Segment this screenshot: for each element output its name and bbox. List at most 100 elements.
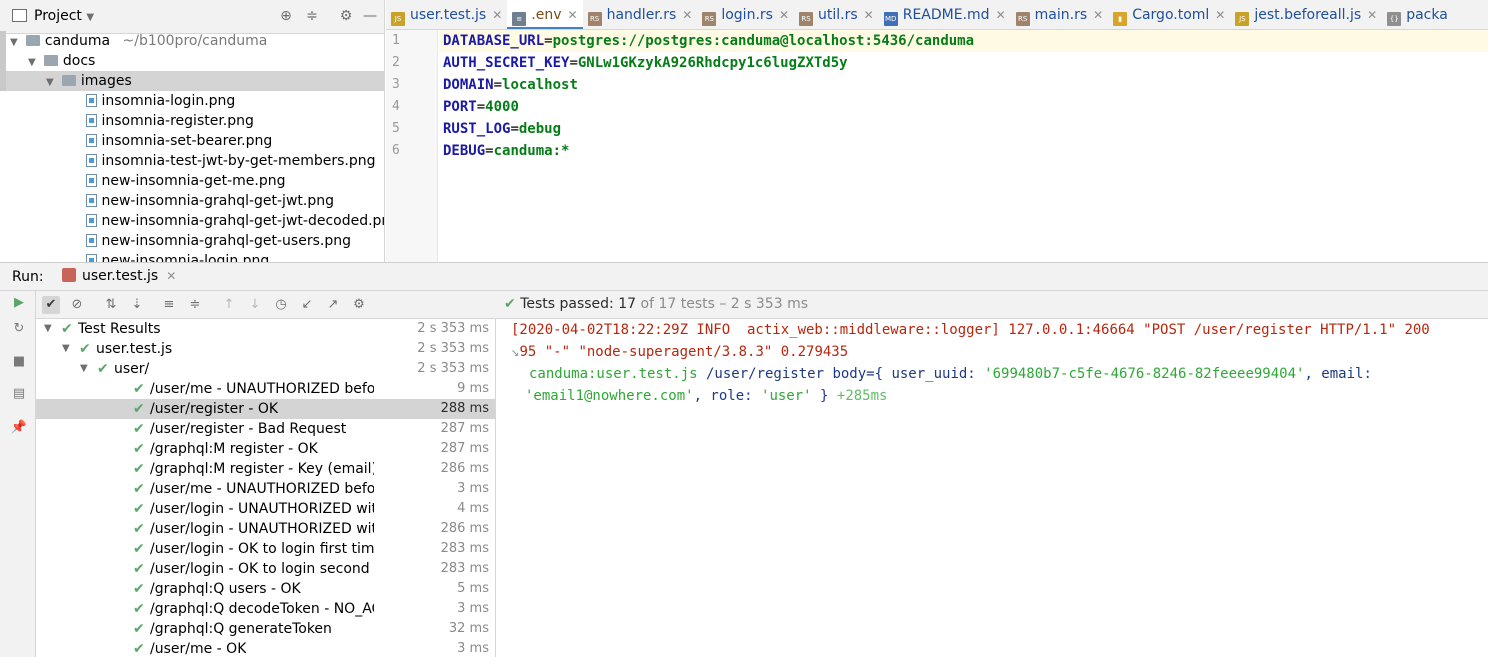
test-result-row[interactable]: ✔ /user/me - UNAUTHORIZED before register… [36, 379, 495, 399]
tree-file[interactable]: new-insomnia-login.png [6, 251, 384, 262]
image-file-icon [86, 174, 97, 187]
close-icon[interactable]: ✕ [1215, 8, 1225, 22]
line-number: 2 [392, 55, 400, 70]
test-name: /user/me - OK [150, 641, 247, 657]
test-result-row[interactable]: ✔ /user/register - OK 288 ms [36, 399, 495, 419]
close-icon[interactable]: ✕ [682, 8, 692, 22]
chevron-down-icon[interactable]: ▼ [86, 12, 94, 23]
package-file-icon: {} [1387, 12, 1402, 26]
debug-email-label: , email: [1304, 366, 1372, 382]
chevron-down-icon[interactable]: ▼ [28, 53, 40, 73]
test-result-row[interactable]: ▼ ✔ user/2 s 353 ms [36, 359, 495, 379]
tree-file[interactable]: insomnia-login.png [6, 91, 384, 111]
code-line[interactable]: DATABASE_URL=postgres://postgres:canduma… [439, 30, 1488, 52]
console-output[interactable]: [2020-04-02T18:22:29Z INFO actix_web::mi… [497, 319, 1488, 657]
close-icon[interactable]: ✕ [779, 8, 789, 22]
close-icon[interactable]: ✕ [1093, 8, 1103, 22]
test-result-row[interactable]: ✔ /graphql:M register - Key (email)=(emai… [36, 459, 495, 479]
sort-alpha-icon[interactable]: ⇅ [102, 296, 120, 314]
test-result-row[interactable]: ✔ /user/login - UNAUTHORIZED with invalid… [36, 519, 495, 539]
pin-icon[interactable]: 📌 [10, 419, 28, 437]
tree-folder-images[interactable]: ▼ images [6, 71, 384, 93]
close-icon[interactable]: ✕ [492, 8, 502, 22]
close-icon[interactable]: ✕ [1367, 8, 1377, 22]
test-result-row[interactable]: ✔ /user/login - UNAUTHORIZED with invalid… [36, 499, 495, 519]
test-result-row[interactable]: ✔ /user/register - Bad Request 287 ms [36, 419, 495, 439]
sort-duration-icon[interactable]: ⇣ [128, 296, 146, 314]
tree-file[interactable]: new-insomnia-grahql-get-jwt-decoded.png [6, 211, 384, 231]
test-duration: 9 ms [457, 381, 489, 396]
test-result-row[interactable]: ✔ /graphql:Q generateToken 32 ms [36, 619, 495, 639]
test-result-row[interactable]: ▼ ✔ Test Results 2 s 353 ms [36, 319, 495, 339]
tree-file[interactable]: new-insomnia-grahql-get-jwt.png [6, 191, 384, 211]
test-result-row[interactable]: ✔ /user/me - UNAUTHORIZED before login 3 m… [36, 479, 495, 499]
code-line[interactable]: DEBUG=canduma:* [439, 140, 1488, 162]
export-icon[interactable]: ↗ [324, 296, 342, 314]
code-line[interactable]: RUST_LOG=debug [439, 118, 1488, 140]
tree-file[interactable]: insomnia-test-jwt-by-get-members.png [6, 151, 384, 171]
test-result-row[interactable]: ✔ /user/login - OK to login second time 28… [36, 559, 495, 579]
line-number: 5 [392, 121, 400, 136]
tree-folder-docs[interactable]: ▼ docs [6, 51, 384, 73]
chevron-down-icon[interactable]: ▼ [80, 359, 88, 379]
editor-tab[interactable]: {} packa [1382, 0, 1453, 29]
show-passed-icon[interactable]: ✔ [42, 296, 60, 314]
test-result-row[interactable]: ✔ /graphql:Q decodeToken - NO_ACCESS 3 ms [36, 599, 495, 619]
test-result-row[interactable]: ✔ /graphql:M register - OK 287 ms [36, 439, 495, 459]
tree-file[interactable]: insomnia-register.png [6, 111, 384, 131]
test-result-row[interactable]: ▼ ✔ user.test.js 2 s 353 ms [36, 339, 495, 359]
gear-icon[interactable]: ⚙ [350, 296, 368, 314]
editor-tab[interactable]: RS handler.rs ✕ [583, 0, 698, 29]
line-number: 1 [392, 33, 400, 48]
env-key: DEBUG [443, 143, 486, 159]
editor-tab[interactable]: JS user.test.js ✕ [386, 0, 507, 29]
test-result-row[interactable]: ✔ /user/login - OK to login first time 283… [36, 539, 495, 559]
stop-icon[interactable]: ■ [10, 353, 28, 371]
editor-tab[interactable]: RS login.rs ✕ [697, 0, 794, 29]
chevron-down-icon[interactable]: ▼ [44, 319, 52, 339]
passed-check-icon: ✔ [133, 541, 145, 557]
tree-file[interactable]: insomnia-set-bearer.png [6, 131, 384, 151]
expand-all-icon[interactable]: ≡ [160, 296, 178, 314]
run-tab[interactable]: user.test.js ✕ [62, 268, 176, 284]
editor-tab[interactable]: MD README.md ✕ [879, 0, 1011, 29]
editor-tab[interactable]: RS util.rs ✕ [794, 0, 879, 29]
code-editor[interactable]: DATABASE_URL=postgres://postgres:canduma… [439, 30, 1488, 262]
locate-icon[interactable]: ⊕ [278, 8, 294, 24]
rerun-failed-icon[interactable]: ↻ [10, 320, 28, 338]
show-ignored-icon[interactable]: ⊘ [68, 296, 86, 314]
close-icon[interactable]: ✕ [996, 8, 1006, 22]
prev-failed-icon[interactable]: ↑ [220, 296, 238, 314]
code-line[interactable]: PORT=4000 [439, 96, 1488, 118]
history-icon[interactable]: ◷ [272, 296, 290, 314]
code-line[interactable]: DOMAIN=localhost [439, 74, 1488, 96]
editor-tab-active[interactable]: ≡ .env ✕ [507, 0, 583, 29]
rerun-icon[interactable]: ▶ [10, 294, 28, 312]
chevron-down-icon[interactable]: ▼ [46, 73, 58, 93]
close-icon[interactable]: ✕ [166, 269, 176, 283]
tree-file[interactable]: new-insomnia-grahql-get-users.png [6, 231, 384, 251]
project-title[interactable]: Project ▼ [34, 8, 94, 24]
collapse-all-icon[interactable]: ≑ [304, 8, 320, 24]
tree-root[interactable]: ▼ canduma ~/b100pro/canduma [6, 31, 384, 53]
editor-tab[interactable]: JS jest.beforeall.js ✕ [1230, 0, 1382, 29]
chevron-down-icon[interactable]: ▼ [62, 339, 70, 359]
hide-icon[interactable]: — [362, 8, 378, 24]
chevron-down-icon[interactable]: ▼ [10, 33, 22, 53]
next-failed-icon[interactable]: ↓ [246, 296, 264, 314]
editor-tab[interactable]: ▮ Cargo.toml ✕ [1108, 0, 1230, 29]
test-result-row[interactable]: ✔ /graphql:Q users - OK 5 ms [36, 579, 495, 599]
tree-file[interactable]: new-insomnia-get-me.png [6, 171, 384, 191]
code-line[interactable]: AUTH_SECRET_KEY=GNLw1GKzykA926Rhdcpy1c6l… [439, 52, 1488, 74]
close-icon[interactable]: ✕ [568, 8, 578, 22]
editor-tab[interactable]: RS main.rs ✕ [1011, 0, 1109, 29]
import-icon[interactable]: ↙ [298, 296, 316, 314]
env-value: localhost [502, 77, 578, 93]
layout-icon[interactable]: ▤ [10, 385, 28, 403]
close-icon[interactable]: ✕ [864, 8, 874, 22]
gear-icon[interactable]: ⚙ [338, 8, 354, 24]
test-name: /user/login - UNAUTHORIZED with invalid … [150, 501, 374, 517]
collapse-all-icon[interactable]: ≑ [186, 296, 204, 314]
debug-role-label: , role: [693, 388, 762, 404]
test-result-row[interactable]: ✔ /user/me - OK 3 ms [36, 639, 495, 657]
